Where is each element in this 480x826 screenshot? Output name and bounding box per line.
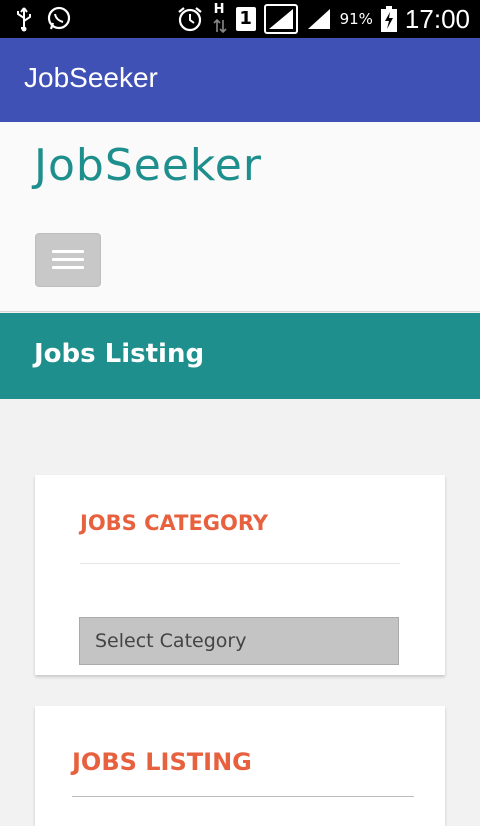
- site-header: JobSeeker: [0, 122, 480, 312]
- sim-slot-badge: 1: [235, 7, 256, 31]
- signal-icon: [263, 4, 298, 34]
- usb-icon: [14, 6, 34, 32]
- status-time: 17:00: [404, 4, 470, 34]
- jobs-category-card: JOBS CATEGORY Select Category: [35, 475, 445, 675]
- app-bar: JobSeeker: [0, 38, 480, 122]
- battery-charging-icon: [380, 6, 397, 32]
- alarm-icon: [176, 5, 204, 33]
- whatsapp-icon: [46, 6, 72, 32]
- status-bar: H 1 91% 17:00: [0, 0, 480, 38]
- page-banner: Jobs Listing: [0, 313, 480, 399]
- battery-percent: 91%: [339, 10, 373, 28]
- category-select[interactable]: Select Category: [79, 617, 399, 665]
- category-select-value: Select Category: [95, 630, 247, 652]
- signal-icon-secondary: [306, 7, 332, 31]
- data-transfer-icon: H: [212, 2, 228, 34]
- menu-toggle-button[interactable]: [35, 233, 101, 287]
- page-title: Jobs Listing: [34, 339, 205, 369]
- divider: [72, 796, 414, 797]
- jobs-listing-heading: JOBS LISTING: [72, 748, 252, 776]
- site-logo[interactable]: JobSeeker: [34, 140, 262, 191]
- divider: [80, 563, 400, 564]
- jobs-listing-card: JOBS LISTING: [35, 706, 445, 826]
- jobs-category-heading: JOBS CATEGORY: [80, 511, 269, 535]
- app-title: JobSeeker: [24, 62, 158, 93]
